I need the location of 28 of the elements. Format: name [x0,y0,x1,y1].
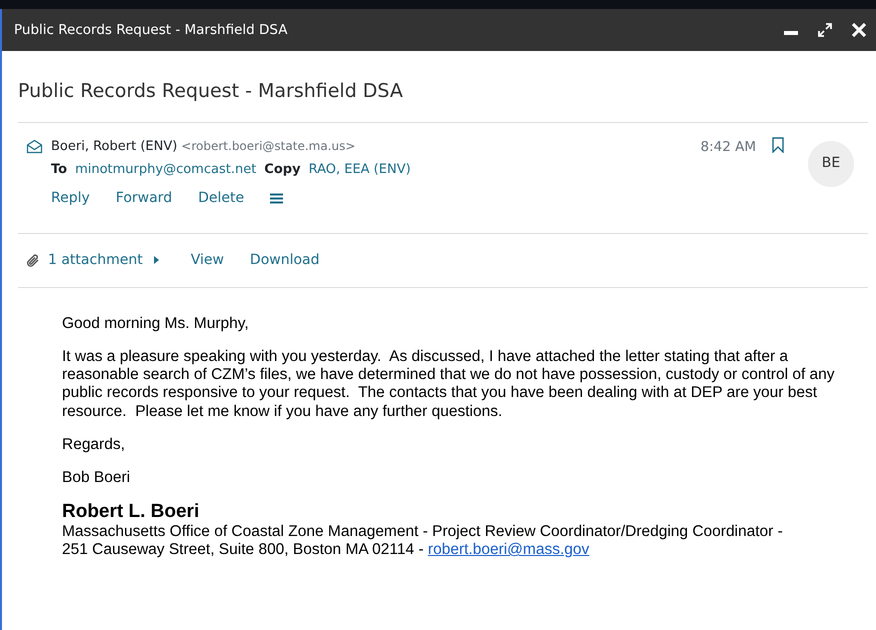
to-label: To [51,161,68,179]
close-icon[interactable] [850,21,868,39]
paperclip-icon [26,252,40,268]
bookmark-icon[interactable] [772,136,784,152]
menu-icon[interactable] [270,192,284,204]
maximize-icon[interactable] [816,21,834,39]
window-title: Public Records Request - Marshfield DSA [14,20,288,40]
email-link[interactable]: robert.boeri@mass.gov [428,541,590,558]
body-paragraph: Bob Boeri [62,469,132,488]
action-link[interactable]: Reply [51,188,90,208]
recipient-link[interactable]: minotmurphy@comcast.net [75,160,256,180]
body-paragraph: It was a pleasure speaking with you yesterday. As discussed, I have attached the letter stating that after a reasonable search of CZM’s files, we have determined that we do not have possession, custody or control of any public records responsive to your request. The contacts that you have been dealing with at DEP are your best resource. Please let me know if you have any further questions. [62,348,836,421]
cc-link[interactable]: RAO, EEA (ENV) [308,160,411,180]
email-subject: Public Records Request - Marshfield DSA [17,79,404,104]
avatar: BE [808,140,854,186]
attachment-toggle[interactable]: 1 attachment [48,250,161,270]
time-label: 8:42 AM [700,138,756,156]
attachment-action-link[interactable]: Download [250,250,320,270]
sender-email: <robert.boeri@state.ma.us> [181,138,356,156]
sender-name: Boeri, Robert (ENV) [51,138,178,156]
signature-address: Massachusetts Office of Coastal Zone Management - Project Review Coordinator/Dredging Coordinator - 251 Causeway Street, Suite 800, Boston MA 02114 - robert.boeri@mass.gov [62,523,784,559]
body-paragraph: Regards, [62,436,126,454]
action-link[interactable]: Forward [116,188,172,208]
signature-name: Robert L. Boeri [62,502,200,524]
copy-label: Copy [264,161,301,179]
attachment-action-link[interactable]: View [190,250,224,270]
action-link[interactable]: Delete [198,188,244,208]
body-paragraph: Good morning Ms. Murphy, [62,314,250,333]
